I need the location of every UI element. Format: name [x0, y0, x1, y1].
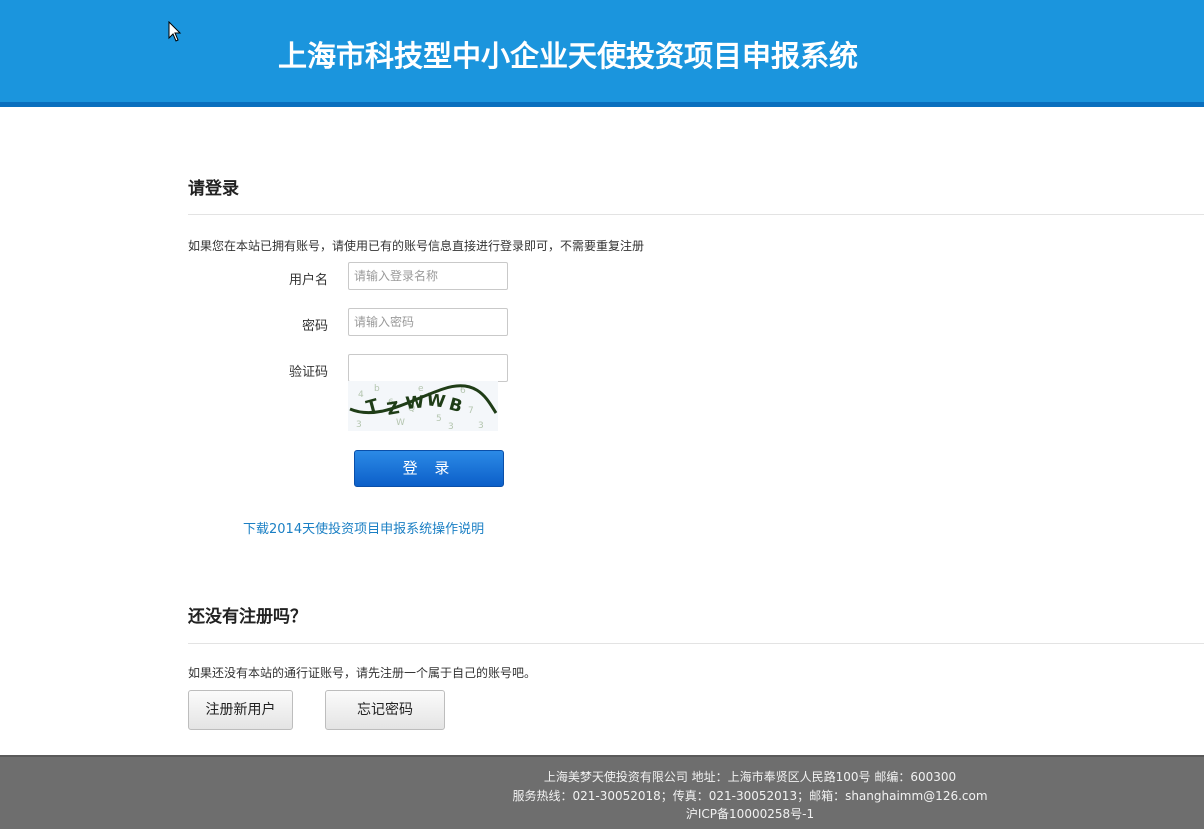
svg-text:5: 5: [436, 414, 442, 424]
login-note: 如果您在本站已拥有账号，请使用已有的账号信息直接进行登录即可，不需要重复注册: [188, 239, 645, 253]
footer-company-info: 上海美梦天使投资有限公司 地址：上海市奉贤区人民路100号 邮编：600300: [543, 770, 957, 784]
divider: [188, 643, 1204, 644]
download-manual-link[interactable]: 下载2014天使投资项目申报系统操作说明: [243, 518, 484, 537]
footer-contact-info: 服务热线：021-30052018；传真：021-30052013；邮箱：sha…: [512, 789, 988, 803]
login-heading: 请登录: [188, 179, 239, 199]
mouse-cursor-icon: [168, 21, 182, 42]
captcha-input[interactable]: [348, 354, 508, 382]
captcha-image[interactable]: 4bW e56 33Q 736 T Z W W B: [348, 381, 498, 431]
captcha-label: 验证码: [288, 365, 328, 380]
divider: [188, 214, 1204, 215]
svg-text:3: 3: [478, 421, 484, 431]
site-header: 上海市科技型中小企业天使投资项目申报系统: [0, 0, 1204, 107]
svg-text:b: b: [374, 384, 380, 394]
svg-text:W: W: [405, 392, 426, 414]
svg-text:3: 3: [448, 422, 454, 431]
site-title: 上海市科技型中小企业天使投资项目申报系统: [278, 39, 859, 73]
register-button[interactable]: 注册新用户: [188, 690, 293, 730]
username-label: 用户名: [288, 273, 328, 288]
svg-text:W: W: [396, 418, 405, 428]
site-footer: 上海美梦天使投资有限公司 地址：上海市奉贤区人民路100号 邮编：600300 …: [0, 755, 1204, 829]
username-input[interactable]: [348, 262, 508, 290]
password-input[interactable]: [348, 308, 508, 336]
forgot-password-button[interactable]: 忘记密码: [325, 690, 445, 730]
svg-text:3: 3: [356, 420, 362, 430]
login-button[interactable]: 登 录: [354, 450, 504, 487]
svg-text:7: 7: [468, 406, 474, 416]
register-heading: 还没有注册吗？: [188, 607, 307, 627]
svg-text:W: W: [425, 390, 447, 412]
footer-icp: 沪ICP备10000258号-1: [685, 807, 815, 821]
password-label: 密码: [301, 319, 328, 334]
register-note: 如果还没有本站的通行证账号，请先注册一个属于自己的账号吧。: [188, 666, 537, 680]
